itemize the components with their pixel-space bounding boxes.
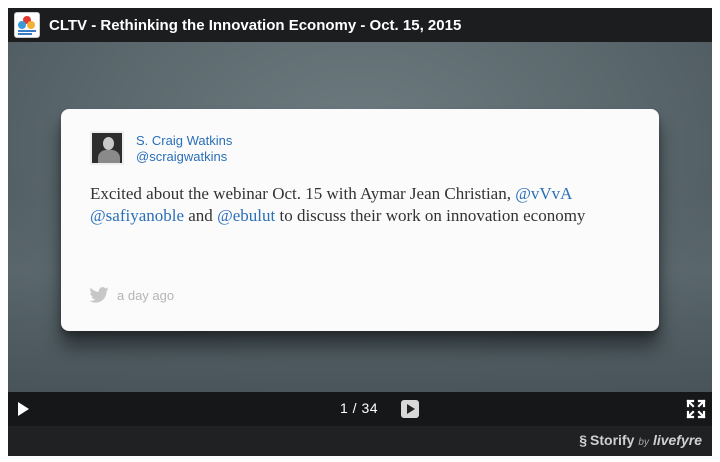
tweet-card: S. Craig Watkins @scraigwatkins Excited … [61,109,659,331]
author-name-link[interactable]: S. Craig Watkins [136,133,232,149]
mention-link-ebulut[interactable]: @ebulut [217,206,275,225]
author-handle-link[interactable]: @scraigwatkins [136,149,232,165]
tweet-text-part: Excited about the webinar Oct. 15 with A… [90,184,516,203]
cltv-logo-icon[interactable] [14,12,40,38]
tweet-text: Excited about the webinar Oct. 15 with A… [90,183,610,227]
avatar[interactable] [90,131,124,165]
fullscreen-icon[interactable] [686,399,706,419]
storify-s-icon: § [579,432,588,448]
brand-by: by [638,437,649,448]
next-slide-icon[interactable] [401,400,419,418]
brand-livefyre: livefyre [652,432,702,448]
slide-counter: 1 / 34 [340,400,379,416]
storify-livefyre-brand[interactable]: § Storify by livefyre [579,432,702,448]
story-title[interactable]: CLTV - Rethinking the Innovation Economy… [49,17,461,34]
mention-link-safiyanoble[interactable]: @safiyanoble [90,206,184,225]
tweet-text-part: and [184,206,218,225]
brand-storify: Storify [590,432,635,448]
storify-embed: CLTV - Rethinking the Innovation Economy… [8,8,712,456]
tweet-author: S. Craig Watkins @scraigwatkins [136,133,232,165]
tweet-timestamp[interactable]: a day ago [117,288,174,303]
title-bar: CLTV - Rethinking the Innovation Economy… [8,8,712,42]
play-icon[interactable] [18,402,29,416]
player-controls: 1 / 34 [8,392,712,426]
mention-link-vvva[interactable]: @vVvA [515,184,571,203]
twitter-bird-icon[interactable] [89,287,109,303]
tweet-meta: a day ago [89,287,174,303]
slide-stage: S. Craig Watkins @scraigwatkins Excited … [8,42,712,392]
footer-bar: § Storify by livefyre [8,426,712,456]
tweet-text-part: to discuss their work on innovation econ… [275,206,586,225]
